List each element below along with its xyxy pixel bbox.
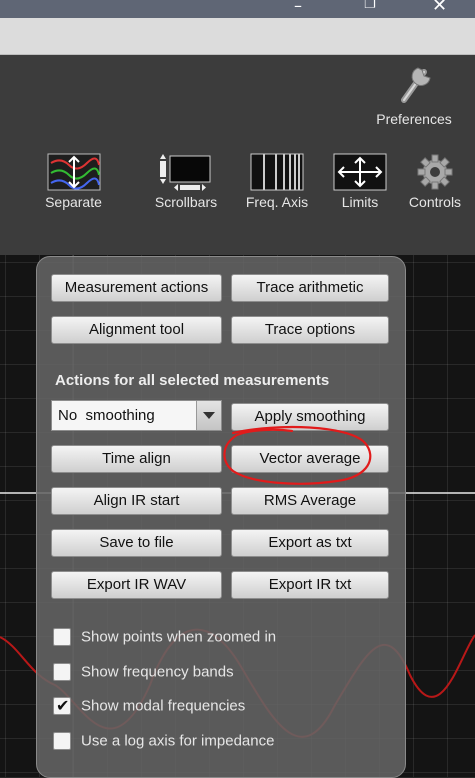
section-title: Actions for all selected measurements bbox=[55, 372, 330, 389]
freq-axis-button[interactable]: Freq. Axis bbox=[238, 153, 316, 210]
toolbar: Preferences Separate Scrollbars Freq. Ax… bbox=[0, 55, 475, 255]
preferences-label: Preferences bbox=[376, 111, 452, 127]
controls-button[interactable]: Controls bbox=[402, 153, 468, 210]
window-title-bar: – ❐ ✕ bbox=[0, 0, 475, 18]
chevron-down-icon[interactable] bbox=[196, 401, 221, 430]
separate-icon bbox=[47, 153, 100, 191]
save-to-file-button[interactable]: Save to file bbox=[51, 529, 222, 557]
gear-icon bbox=[417, 154, 453, 190]
trace-options-button[interactable]: Trace options bbox=[231, 316, 389, 344]
separate-button[interactable]: Separate bbox=[36, 153, 111, 210]
show-frequency-bands-checkbox[interactable]: Show frequency bands bbox=[53, 663, 234, 685]
checkbox-label: Show modal frequencies bbox=[81, 697, 246, 715]
checkbox[interactable] bbox=[53, 663, 71, 682]
smoothing-select-value: No smoothing bbox=[58, 407, 155, 424]
limits-button[interactable]: Limits bbox=[328, 153, 392, 210]
checkbox-label: Show points when zoomed in bbox=[81, 628, 277, 646]
scrollbars-button[interactable]: Scrollbars bbox=[146, 153, 226, 210]
menu-strip bbox=[0, 18, 475, 55]
vector-average-button[interactable]: Vector average bbox=[231, 445, 389, 473]
tool-label: Limits bbox=[341, 194, 379, 210]
scrollbars-icon bbox=[160, 154, 211, 191]
checkbox[interactable] bbox=[53, 628, 71, 647]
checkbox-checked[interactable] bbox=[53, 696, 71, 716]
restore-icon[interactable]: ❐ bbox=[364, 0, 376, 12]
rms-average-button[interactable]: RMS Average bbox=[231, 487, 389, 515]
log-axis-impedance-checkbox[interactable]: Use a log axis for impedance bbox=[53, 732, 274, 754]
minimize-icon[interactable]: – bbox=[294, 0, 302, 15]
wrench-icon bbox=[401, 67, 431, 103]
tool-label: Freq. Axis bbox=[245, 194, 309, 210]
export-as-txt-button[interactable]: Export as txt bbox=[231, 529, 389, 557]
preferences-button[interactable]: Preferences bbox=[364, 60, 464, 127]
export-ir-wav-button[interactable]: Export IR WAV bbox=[51, 571, 222, 599]
show-modal-frequencies-checkbox[interactable]: Show modal frequencies bbox=[53, 696, 246, 719]
export-ir-txt-button[interactable]: Export IR txt bbox=[231, 571, 389, 599]
smoothing-select[interactable]: No smoothing bbox=[51, 400, 222, 431]
checkbox[interactable] bbox=[53, 732, 71, 751]
alignment-tool-button[interactable]: Alignment tool bbox=[51, 316, 222, 344]
freq-axis-icon bbox=[250, 153, 304, 191]
checkbox-label: Show frequency bands bbox=[81, 663, 234, 681]
close-icon[interactable]: ✕ bbox=[432, 0, 447, 16]
time-align-button[interactable]: Time align bbox=[51, 445, 222, 473]
measurement-actions-panel: Measurement actions Trace arithmetic Ali… bbox=[36, 256, 406, 778]
align-ir-start-button[interactable]: Align IR start bbox=[51, 487, 222, 515]
tool-label: Scrollbars bbox=[154, 194, 218, 210]
apply-smoothing-button[interactable]: Apply smoothing bbox=[231, 403, 389, 431]
show-points-checkbox[interactable]: Show points when zoomed in bbox=[53, 628, 276, 650]
measurement-actions-button[interactable]: Measurement actions bbox=[51, 274, 222, 302]
limits-icon bbox=[333, 153, 387, 191]
tool-label: Controls bbox=[408, 194, 462, 210]
checkbox-label: Use a log axis for impedance bbox=[81, 732, 275, 750]
trace-arithmetic-button[interactable]: Trace arithmetic bbox=[231, 274, 389, 302]
tool-label: Separate bbox=[45, 194, 102, 210]
